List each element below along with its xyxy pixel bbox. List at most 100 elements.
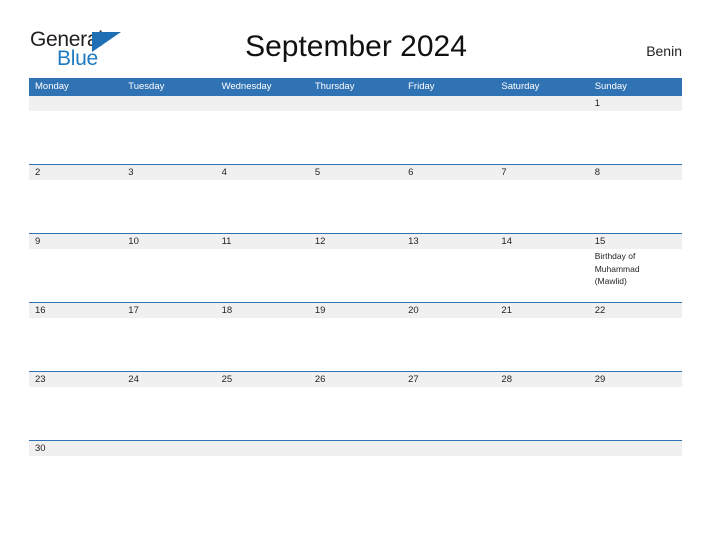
day-number: 12 — [314, 236, 326, 247]
calendar-day-cell[interactable] — [495, 96, 589, 164]
day-body — [122, 111, 216, 164]
day-body — [29, 318, 123, 371]
weekday-header-monday: Monday — [35, 81, 69, 92]
day-number-strip: 1 — [588, 96, 682, 111]
calendar-day-cell[interactable]: 18 — [215, 303, 309, 371]
day-event-holiday: Birthday of Muhammad (Mawlid) — [594, 251, 640, 287]
day-number-strip: 22 — [588, 303, 682, 318]
day-number-strip: 2 — [29, 165, 123, 180]
day-number: 11 — [221, 236, 232, 247]
day-body — [29, 249, 123, 302]
day-body — [308, 456, 403, 475]
calendar-day-cell[interactable] — [308, 441, 403, 475]
calendar-day-cell[interactable]: 5 — [308, 165, 403, 233]
day-number-strip — [122, 96, 216, 111]
calendar-day-cell[interactable]: 4 — [215, 165, 309, 233]
day-body — [122, 318, 216, 371]
day-number: 5 — [314, 167, 321, 178]
calendar-day-cell[interactable]: 23 — [29, 372, 123, 440]
day-body — [402, 387, 496, 440]
day-number: 7 — [501, 167, 507, 178]
calendar-day-cell[interactable] — [402, 441, 496, 475]
day-number-strip: 25 — [215, 372, 309, 387]
day-body — [215, 387, 309, 440]
calendar-week-row: 23 24 25 26 27 28 29 — [29, 371, 682, 440]
calendar-day-cell[interactable] — [122, 96, 216, 164]
calendar-day-cell[interactable]: 13 — [402, 234, 496, 302]
calendar-day-cell[interactable]: 1 — [588, 96, 682, 164]
calendar-day-cell[interactable] — [588, 441, 682, 475]
day-body — [588, 318, 682, 371]
calendar-day-cell[interactable] — [402, 96, 496, 164]
country-label: Benin — [646, 43, 682, 59]
calendar-day-cell[interactable]: 22 — [588, 303, 682, 371]
calendar-day-cell[interactable] — [215, 96, 309, 164]
day-number: 10 — [128, 236, 139, 247]
day-number: 28 — [501, 374, 512, 385]
day-body — [122, 249, 216, 302]
day-body — [588, 456, 682, 475]
day-body — [588, 387, 682, 440]
calendar-day-cell[interactable]: 16 — [29, 303, 123, 371]
day-body — [402, 249, 496, 302]
calendar-day-cell[interactable]: 15 Birthday of Muhammad (Mawlid) — [588, 234, 682, 302]
day-number-strip — [122, 441, 216, 456]
day-number: 14 — [501, 236, 512, 247]
calendar-day-cell[interactable]: 20 — [402, 303, 496, 371]
calendar-day-cell[interactable] — [29, 96, 123, 164]
day-body — [29, 180, 123, 233]
day-number: 13 — [408, 236, 419, 247]
calendar-day-cell[interactable]: 6 — [402, 165, 496, 233]
day-number: 30 — [35, 443, 46, 454]
calendar-day-cell[interactable]: 19 — [308, 303, 403, 371]
day-number: 1 — [594, 98, 600, 109]
calendar-day-cell[interactable]: 12 — [308, 234, 403, 302]
day-body — [402, 111, 496, 164]
calendar-day-cell[interactable]: 14 — [495, 234, 589, 302]
calendar-day-cell[interactable]: 7 — [495, 165, 589, 233]
calendar-day-cell[interactable]: 27 — [402, 372, 496, 440]
calendar-day-cell[interactable]: 17 — [122, 303, 216, 371]
day-body — [215, 249, 309, 302]
day-number: 23 — [35, 374, 46, 385]
calendar-day-cell[interactable]: 10 — [122, 234, 216, 302]
general-blue-logo[interactable]: General Blue — [30, 28, 140, 72]
calendar-day-cell[interactable]: 3 — [122, 165, 216, 233]
day-body — [588, 111, 682, 164]
calendar-day-cell[interactable]: 28 — [495, 372, 589, 440]
calendar-day-cell[interactable]: 29 — [588, 372, 682, 440]
calendar-day-cell[interactable] — [308, 96, 403, 164]
day-number: 20 — [408, 305, 419, 316]
day-number-strip: 13 — [402, 234, 496, 249]
day-body — [308, 249, 403, 302]
day-body: Birthday of Muhammad (Mawlid) — [588, 249, 682, 302]
day-number-strip: 16 — [29, 303, 123, 318]
weekday-header-thursday: Thursday — [314, 81, 355, 92]
day-number-strip: 29 — [588, 372, 682, 387]
weekday-header-friday: Friday — [408, 81, 435, 92]
calendar-week-row: 30 — [29, 440, 682, 475]
day-number-strip — [588, 441, 682, 456]
calendar-day-cell[interactable]: 24 — [122, 372, 216, 440]
calendar-day-cell[interactable] — [495, 441, 589, 475]
calendar-day-cell[interactable]: 9 — [29, 234, 123, 302]
calendar-day-cell[interactable]: 30 — [29, 441, 123, 475]
calendar-day-cell[interactable] — [215, 441, 309, 475]
calendar-day-cell[interactable] — [122, 441, 216, 475]
calendar-day-cell[interactable]: 25 — [215, 372, 309, 440]
weekday-header-saturday: Saturday — [501, 81, 540, 92]
day-body — [215, 111, 309, 164]
day-body — [122, 180, 216, 233]
page-header: General Blue September 2024 Benin — [0, 0, 712, 78]
day-body — [308, 318, 403, 371]
calendar-day-cell[interactable]: 11 — [215, 234, 309, 302]
calendar-day-cell[interactable]: 26 — [308, 372, 403, 440]
weekday-header-wednesday: Wednesday — [221, 81, 272, 92]
calendar-day-cell[interactable]: 21 — [495, 303, 589, 371]
day-number: 6 — [408, 167, 414, 178]
day-number: 25 — [221, 374, 233, 385]
weekday-header-row: Monday Tuesday Wednesday Thursday Friday… — [29, 78, 682, 96]
calendar-day-cell[interactable]: 8 — [588, 165, 682, 233]
logo-word-blue: Blue — [57, 47, 98, 70]
calendar-day-cell[interactable]: 2 — [29, 165, 123, 233]
